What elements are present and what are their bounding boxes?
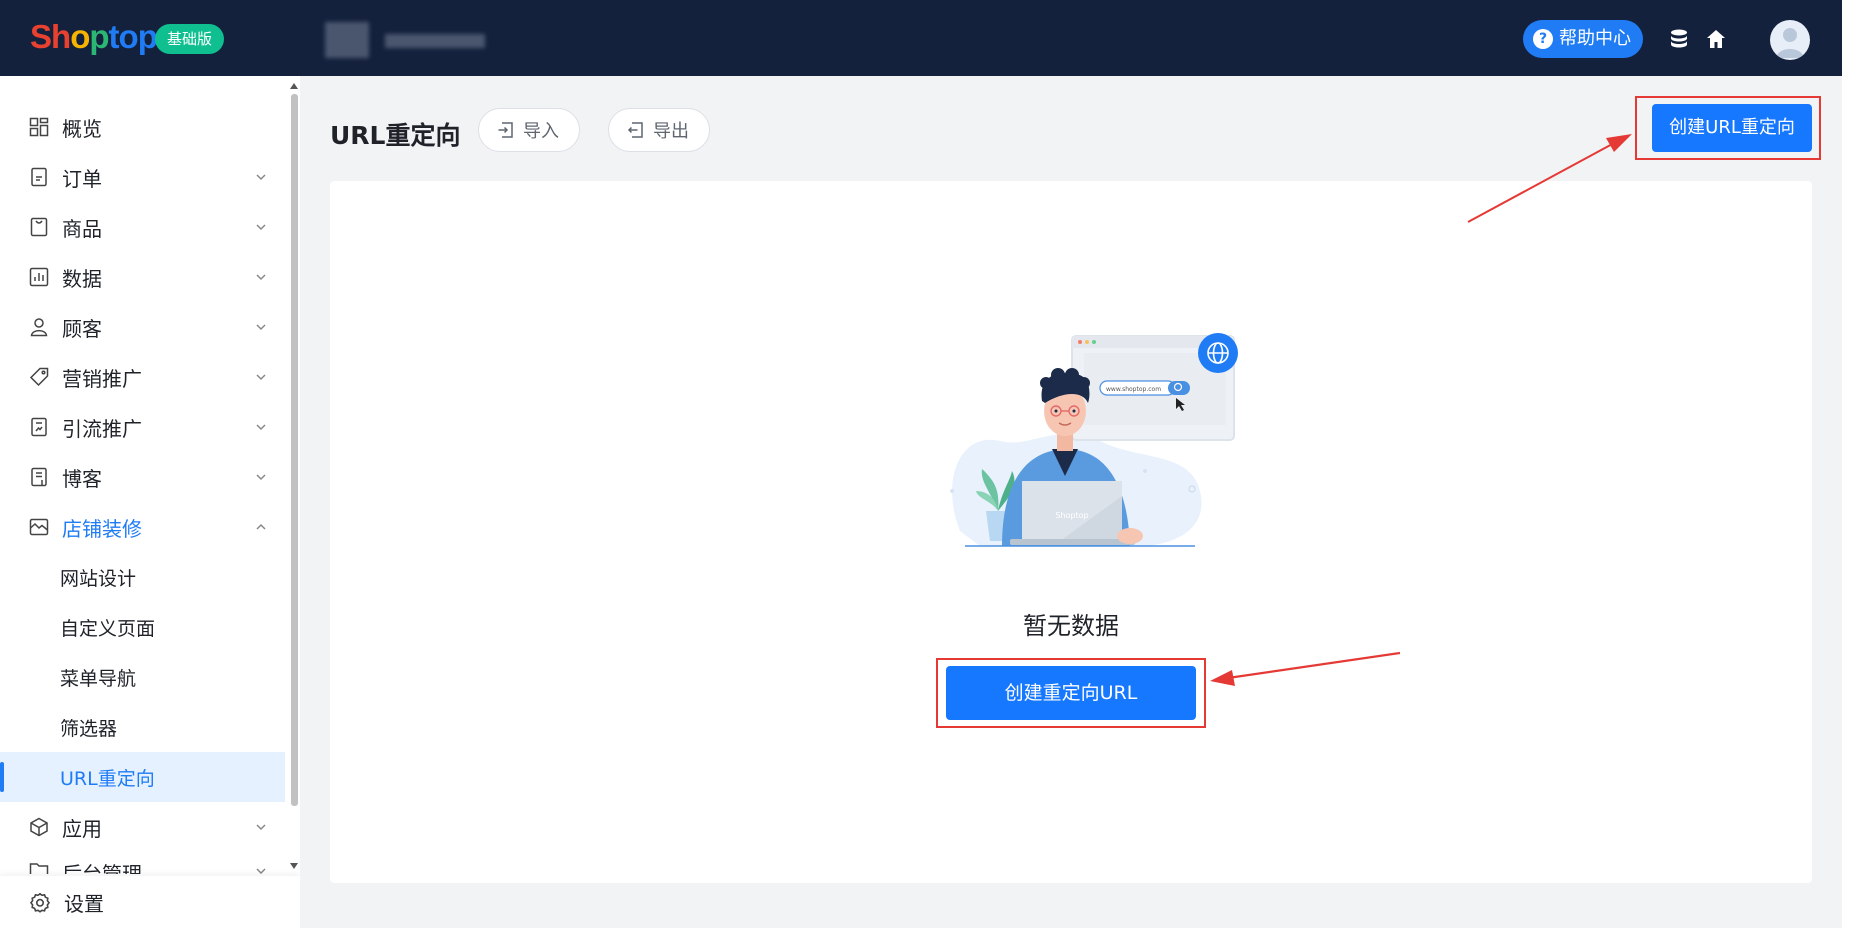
- help-question-icon: ?: [1533, 29, 1553, 49]
- customer-icon: [30, 318, 48, 337]
- home-icon[interactable]: [1705, 28, 1727, 50]
- sidebar-item-customers[interactable]: 顾客: [0, 302, 285, 352]
- sidebar-item-admin[interactable]: 后台管理: [0, 852, 285, 874]
- chevron-down-icon: [256, 174, 266, 181]
- help-center-button[interactable]: ? 帮助中心: [1523, 20, 1643, 58]
- import-button[interactable]: 导入: [478, 108, 580, 152]
- store-icon: [29, 518, 49, 536]
- chevron-up-icon: [256, 523, 266, 530]
- chevron-down-icon: [256, 868, 266, 874]
- logo-letter: t: [108, 18, 120, 55]
- export-button[interactable]: 导出: [608, 108, 710, 152]
- product-icon: [30, 217, 48, 237]
- sidebar-scrollbar[interactable]: [288, 76, 300, 876]
- sidebar-item-blog[interactable]: 博客: [0, 452, 285, 502]
- sidebar-subitem-menu-navigation[interactable]: 菜单导航: [0, 652, 285, 702]
- sidebar-subitem-filter[interactable]: 筛选器: [0, 702, 285, 752]
- sidebar-subitem-custom-page[interactable]: 自定义页面: [0, 602, 285, 652]
- sidebar-scroll-thumb[interactable]: [291, 94, 298, 806]
- chevron-down-icon: [256, 324, 266, 331]
- logo-letter: p: [89, 18, 109, 55]
- help-center-label: 帮助中心: [1559, 28, 1631, 49]
- sidebar-item-traffic[interactable]: 引流推广: [0, 402, 285, 452]
- store-name-blurred[interactable]: [325, 22, 490, 58]
- logo-letter: h: [51, 18, 71, 55]
- export-icon: [627, 122, 643, 138]
- shoptop-logo[interactable]: Shoptop: [30, 18, 158, 56]
- scroll-up-arrow-icon[interactable]: [290, 82, 298, 90]
- folder-icon: [29, 863, 49, 874]
- logo-letter: S: [30, 18, 52, 55]
- sidebar-item-overview[interactable]: 概览: [0, 102, 285, 152]
- empty-state-illustration: www.shoptop.com Shoptop: [950, 333, 1238, 547]
- sidebar-settings[interactable]: 设置: [0, 876, 300, 928]
- page-title: URL重定向: [330, 121, 461, 150]
- sidebar-item-store-design[interactable]: 店铺装修: [0, 502, 285, 552]
- scroll-down-arrow-icon[interactable]: [290, 862, 298, 870]
- create-url-redirect-button[interactable]: 创建URL重定向: [1652, 104, 1812, 152]
- sidebar-item-data[interactable]: 数据: [0, 252, 285, 302]
- sidebar-item-apps[interactable]: 应用: [0, 802, 285, 852]
- empty-state-text: 暂无数据: [1023, 612, 1119, 640]
- chevron-down-icon: [256, 224, 266, 231]
- traffic-icon: [31, 417, 47, 437]
- logo-letter: o: [70, 18, 90, 55]
- tag-icon: [29, 367, 49, 387]
- illustration-laptop-text: Shoptop: [1055, 511, 1088, 520]
- chevron-down-icon: [256, 474, 266, 481]
- sidebar-subitem-url-redirect[interactable]: URL重定向: [0, 752, 285, 802]
- plan-badge: 基础版: [155, 24, 225, 54]
- dashboard-icon: [29, 117, 49, 137]
- sidebar-item-products[interactable]: 商品: [0, 202, 285, 252]
- logo-letter: p: [137, 18, 158, 55]
- chevron-down-icon: [256, 374, 266, 381]
- logo-letter: o: [118, 18, 139, 55]
- gear-icon: [29, 892, 51, 913]
- app-icon: [30, 817, 48, 837]
- main-content: URL重定向 导入 导出 创建URL重定向 www.shoptop.com Sh…: [300, 76, 1842, 928]
- sidebar-subitem-website-design[interactable]: 网站设计: [0, 552, 285, 602]
- chevron-down-icon: [256, 824, 266, 831]
- page-right-edge: [1842, 0, 1860, 928]
- top-header: Shoptop 基础版 ? 帮助中心: [0, 0, 1842, 76]
- illustration-url-text: www.shoptop.com: [1106, 386, 1161, 393]
- sidebar-item-marketing[interactable]: 营销推广: [0, 352, 285, 402]
- import-icon: [498, 122, 513, 138]
- user-avatar-icon[interactable]: [1770, 20, 1810, 60]
- chevron-down-icon: [256, 424, 266, 431]
- blog-icon: [31, 467, 47, 487]
- database-icon[interactable]: [1668, 28, 1690, 50]
- sidebar-item-orders[interactable]: 订单: [0, 152, 285, 202]
- order-icon: [31, 167, 47, 187]
- chart-icon: [29, 267, 49, 287]
- chevron-down-icon: [256, 274, 266, 281]
- sidebar: 概览 订单 商品 数据 顾客 营销推广 引流推广 博客 店铺装修 网站设计 自定…: [0, 76, 300, 928]
- create-redirect-url-button[interactable]: 创建重定向URL: [946, 666, 1196, 720]
